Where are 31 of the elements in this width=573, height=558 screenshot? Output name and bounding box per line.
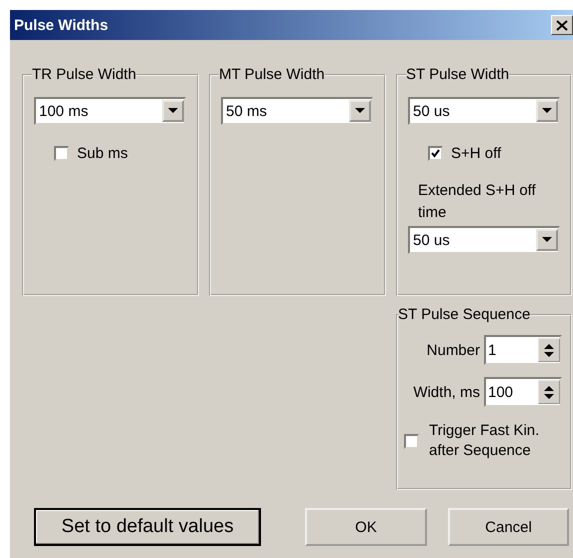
close-icon — [556, 20, 568, 30]
dropdown-value: 50 us — [412, 232, 451, 248]
checkbox[interactable] — [54, 146, 69, 161]
checkbox-label: Trigger Fast Kin. after Sequence — [429, 421, 540, 461]
spin-arrows-icon — [538, 380, 560, 404]
field-label: Width, ms — [413, 384, 480, 400]
close-button[interactable] — [551, 15, 573, 35]
dropdown[interactable]: 50 us — [408, 226, 560, 254]
spin-arrows-icon — [538, 338, 560, 362]
checkbox[interactable] — [428, 146, 443, 161]
dialog-button[interactable]: Cancel — [448, 508, 569, 546]
checkbox-label: S+H off — [451, 145, 502, 162]
dialog-button[interactable]: OK — [305, 508, 427, 546]
spinner-field[interactable]: 100 — [484, 377, 562, 407]
dropdown-value: 50 ms — [225, 102, 268, 120]
dropdown[interactable]: 50 ms — [221, 97, 373, 125]
dialog-button[interactable]: Set to default values — [34, 508, 261, 546]
dropdown-value: 100 ms — [38, 102, 90, 120]
checkbox-label: Sub ms — [77, 145, 128, 162]
checkbox[interactable] — [404, 434, 419, 448]
dropdown[interactable]: 50 us — [408, 97, 560, 125]
group-title: TR Pulse Width — [32, 66, 136, 83]
dropdown-value: 50 us — [412, 102, 451, 120]
spinner-field[interactable]: 1 — [484, 335, 562, 365]
group-title: MT Pulse Width — [219, 66, 325, 83]
field-label: Number — [426, 342, 480, 358]
group-title: ST Pulse Width — [406, 66, 510, 83]
window-title: Pulse Widths — [14, 16, 108, 34]
field-label: Extended S+H off time — [418, 181, 537, 223]
group-title: ST Pulse Sequence — [398, 306, 530, 323]
dropdown[interactable]: 100 ms — [34, 97, 186, 125]
